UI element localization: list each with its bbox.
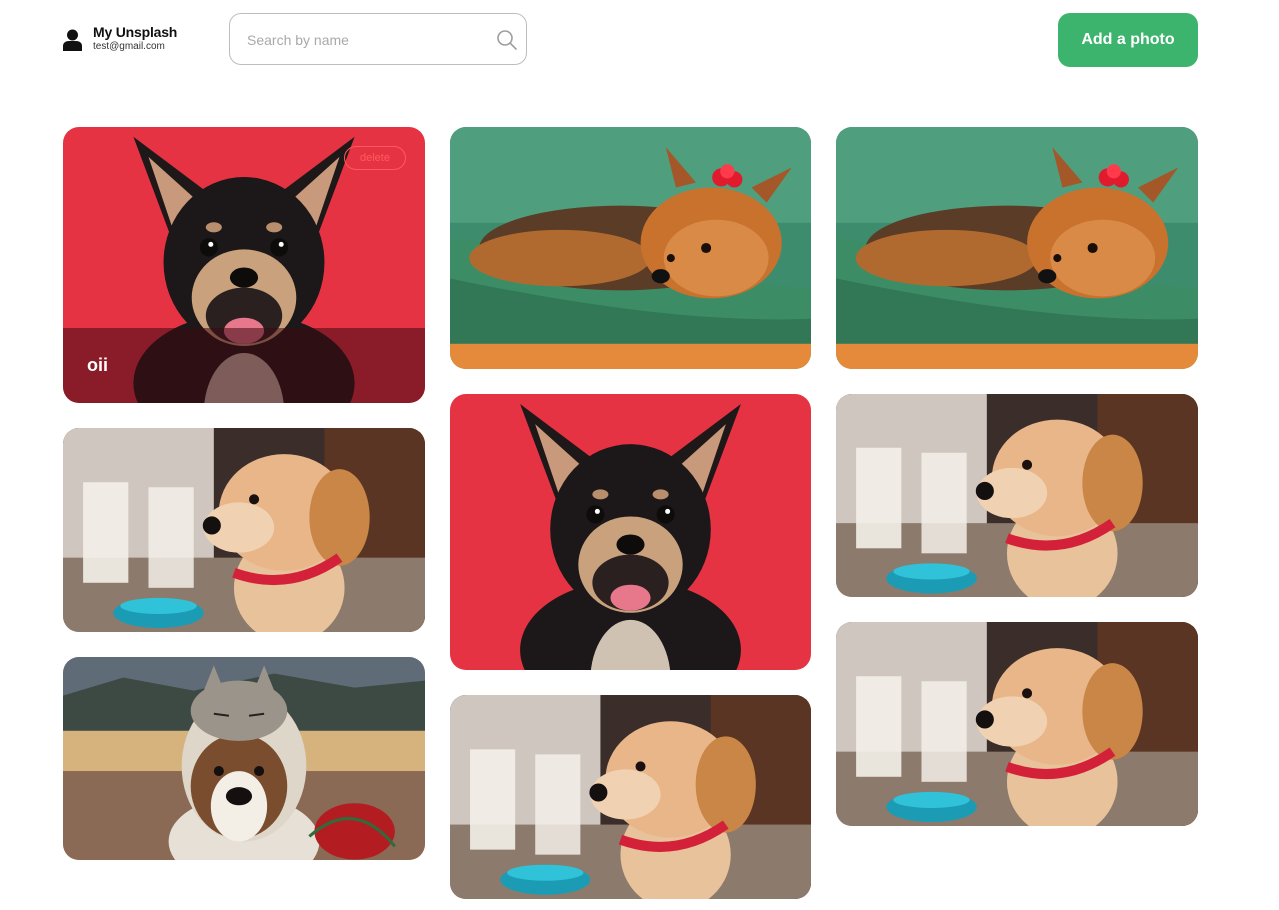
photo-card[interactable] xyxy=(836,622,1198,826)
yorkie-photo xyxy=(450,127,811,369)
puppy-photo xyxy=(836,394,1198,597)
photo-card[interactable] xyxy=(450,127,811,369)
photo-card[interactable] xyxy=(63,657,425,860)
user-icon xyxy=(63,29,82,51)
search-input[interactable] xyxy=(247,29,487,51)
search-box[interactable] xyxy=(229,13,527,65)
yorkie-photo xyxy=(836,127,1198,369)
photo-card[interactable] xyxy=(836,127,1198,369)
photo-overlay xyxy=(63,328,425,403)
top-bar: My Unsplash test@gmail.com Add a photo xyxy=(0,0,1279,90)
puppy-photo xyxy=(63,428,425,632)
photo-card[interactable] xyxy=(450,695,811,899)
cat-dog-photo xyxy=(63,657,425,860)
photo-card[interactable]: oii delete xyxy=(63,127,425,403)
app-title: My Unsplash xyxy=(93,24,178,40)
puppy-photo xyxy=(450,695,811,899)
photo-card[interactable] xyxy=(450,394,811,670)
user-email: test@gmail.com xyxy=(93,41,165,52)
search-icon[interactable] xyxy=(496,29,518,51)
photo-card[interactable] xyxy=(63,428,425,632)
chihuahua-photo xyxy=(450,394,811,670)
delete-button[interactable]: delete xyxy=(344,146,406,170)
photo-card[interactable] xyxy=(836,394,1198,597)
photo-label: oii xyxy=(87,355,108,375)
add-photo-button[interactable]: Add a photo xyxy=(1058,13,1198,67)
puppy-photo xyxy=(836,622,1198,826)
user-profile: My Unsplash test@gmail.com xyxy=(63,24,177,53)
